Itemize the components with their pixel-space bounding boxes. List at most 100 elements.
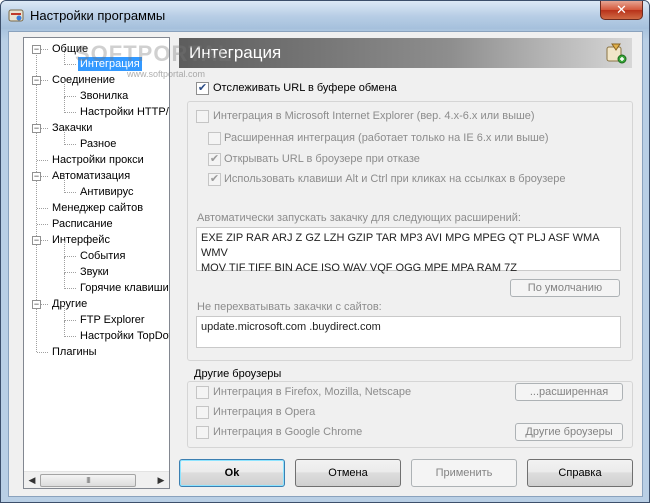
integration-icon <box>606 43 627 64</box>
tree-connector <box>64 192 76 193</box>
tree-item[interactable]: Звонилка <box>24 81 169 104</box>
help-button[interactable]: Справка <box>527 459 633 487</box>
collapse-icon[interactable]: − <box>32 300 41 309</box>
ie-integration-label: Интеграция в Microsoft Internet Explorer… <box>213 110 535 122</box>
tree-item[interactable]: Расписание <box>24 217 169 232</box>
other-browsers-button[interactable]: Другие броузеры <box>515 423 623 441</box>
tree-item[interactable]: Настройки HTTP/FTP <box>24 97 169 120</box>
tree-item[interactable]: Плагины <box>24 345 169 360</box>
watermark-url: www.softportal.com <box>127 69 206 79</box>
tree-item[interactable]: Менеджер сайтов <box>24 201 169 216</box>
scrollbar-thumb[interactable]: III <box>40 474 136 487</box>
extensions-line-2: MOV TIF TIFF BIN ACE ISO WAV VQF OGG MPE… <box>201 262 517 274</box>
tree-item-label: Соединение <box>52 74 116 86</box>
ie-alt-ctrl-checkbox[interactable]: ✔ <box>208 173 221 186</box>
tree-item-label: События <box>80 250 126 262</box>
tree-item[interactable]: Горячие клавиши <box>24 273 169 296</box>
tree-item[interactable]: Звуки <box>24 257 169 280</box>
opera-checkbox[interactable] <box>196 406 209 419</box>
advanced-browser-button[interactable]: ...расширенная <box>515 383 623 401</box>
tree-item-label: FTP Explorer <box>80 314 145 326</box>
firefox-label: Интеграция в Firefox, Mozilla, Netscape <box>213 386 412 398</box>
collapse-icon[interactable]: − <box>32 236 41 245</box>
default-extensions-button[interactable]: По умолчанию <box>510 279 620 297</box>
tree-item-label: Настройки TopDownload <box>80 330 169 342</box>
collapse-icon[interactable]: − <box>32 124 41 133</box>
tree-connector <box>37 208 48 209</box>
extensions-line-1: EXE ZIP RAR ARJ Z GZ LZH GZIP TAR MP3 AV… <box>201 232 599 259</box>
tree-item[interactable]: Разное <box>24 129 169 152</box>
exclude-sites-value: update.microsoft.com .buydirect.com <box>201 321 381 333</box>
close-button[interactable]: ✕ <box>600 1 643 20</box>
tree-item-label: Расписание <box>52 218 113 230</box>
tree-item-label: Настройки прокси <box>52 154 144 166</box>
section-header: Интеграция <box>179 38 632 68</box>
tree-connector <box>64 49 65 65</box>
tree-item-label: Настройки HTTP/FTP <box>80 106 169 118</box>
cancel-button[interactable]: Отмена <box>295 459 401 487</box>
exclude-sites-textbox[interactable]: update.microsoft.com .buydirect.com <box>196 316 621 348</box>
apply-button[interactable]: Применить <box>411 459 517 487</box>
watermark: SOFTPORTAL <box>75 41 233 66</box>
settings-tree[interactable]: − Общие Интеграция − Соединение Звонилка Настр… <box>23 37 170 489</box>
ie-advanced-checkbox[interactable] <box>208 132 221 145</box>
app-icon <box>8 9 24 22</box>
tree-connector <box>64 241 65 257</box>
ie-alt-ctrl-label: Использовать клавиши Alt и Ctrl при клик… <box>224 173 566 185</box>
tree-connector <box>64 129 65 145</box>
tree-connector <box>64 257 65 273</box>
tree-item[interactable]: − Интерфейс <box>24 233 169 248</box>
collapse-icon[interactable]: − <box>32 45 41 54</box>
tree-connector <box>64 97 65 113</box>
chrome-checkbox[interactable] <box>196 426 209 439</box>
scroll-left-icon[interactable]: ◀ <box>25 474 39 487</box>
tree-connector <box>64 305 65 321</box>
window-title: Настройки программы <box>30 8 166 23</box>
tree-connector <box>37 352 48 353</box>
tree-item-label: Автоматизация <box>52 170 131 182</box>
exclude-sites-label: Не перехватывать закачки с сайтов: <box>197 301 382 313</box>
tree-item-label: Звонилка <box>80 90 129 102</box>
ie-integration-checkbox[interactable] <box>196 110 209 123</box>
ok-button[interactable]: Ok <box>179 459 285 487</box>
scroll-right-icon[interactable]: ▶ <box>154 474 168 487</box>
tree-item[interactable]: − Другие <box>24 297 169 312</box>
tree-item[interactable]: FTP Explorer <box>24 305 169 328</box>
tree-connector <box>37 160 48 161</box>
tree-connector <box>64 81 65 97</box>
tree-item[interactable]: Настройки прокси <box>24 153 169 168</box>
other-browsers-title: Другие броузеры <box>194 368 282 380</box>
tree-connector <box>64 272 76 273</box>
collapse-icon[interactable]: − <box>32 76 41 85</box>
ie-open-url-checkbox[interactable]: ✔ <box>208 153 221 166</box>
extensions-textbox[interactable]: EXE ZIP RAR ARJ Z GZ LZH GZIP TAR MP3 AV… <box>196 227 621 274</box>
tree-connector <box>64 336 76 337</box>
tree-connector <box>64 273 65 289</box>
tree-connector <box>64 96 76 97</box>
tree-connector <box>64 320 76 321</box>
tree-connector <box>64 256 76 257</box>
tree-connector <box>64 321 65 337</box>
tree-item[interactable]: − Автоматизация <box>24 169 169 184</box>
opera-label: Интеграция в Opera <box>213 406 316 418</box>
tree-item[interactable]: − Закачки <box>24 121 169 136</box>
tree-item-label: Антивирус <box>80 186 134 198</box>
tree-item-label: Горячие клавиши <box>80 282 169 294</box>
tree-connector <box>64 144 76 145</box>
firefox-checkbox[interactable] <box>196 386 209 399</box>
tree-connector <box>37 224 48 225</box>
tree-item-label: Интерфейс <box>52 234 110 246</box>
tree-item-label: Звуки <box>80 266 109 278</box>
title-bar[interactable]: Настройки программы ✕ <box>1 1 649 29</box>
ie-advanced-label: Расширенная интеграция (работает только … <box>224 132 549 144</box>
clipboard-checkbox[interactable]: ✔ <box>196 82 209 95</box>
collapse-icon[interactable]: − <box>32 172 41 181</box>
tree-item[interactable]: Настройки TopDownload <box>24 321 169 344</box>
tree-item[interactable]: События <box>24 241 169 264</box>
tree-item[interactable]: Антивирус <box>24 177 169 200</box>
chrome-label: Интеграция в Google Chrome <box>213 426 363 438</box>
tree-horizontal-scrollbar[interactable]: ◀ III ▶ <box>24 471 169 488</box>
tree-item-label: Другие <box>52 298 88 310</box>
tree-connector <box>64 112 76 113</box>
tree-item-label: Разное <box>80 138 117 150</box>
